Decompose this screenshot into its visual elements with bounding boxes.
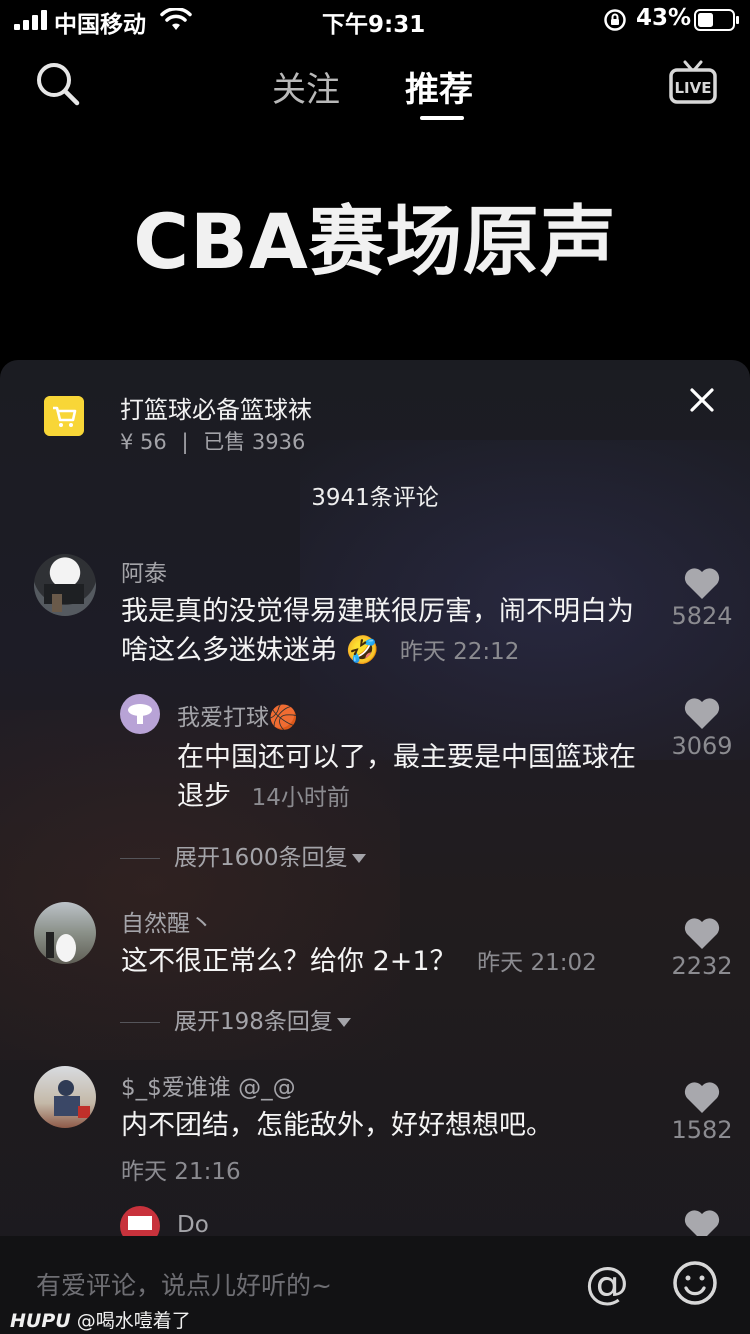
like-button[interactable]: 3069 xyxy=(662,696,742,760)
close-icon[interactable] xyxy=(688,386,716,414)
comment-item: $_$爱谁谁 @_@ 内不团结，怎能敌外，好好想想吧。 昨天 21:16 158… xyxy=(0,1062,750,1192)
active-tab-indicator xyxy=(420,116,464,120)
like-button[interactable]: 1582 xyxy=(662,1080,742,1144)
wifi-icon xyxy=(160,8,192,30)
at-label: @ xyxy=(585,1260,629,1306)
product-sold: 已售 3936 xyxy=(203,430,306,454)
live-label: LIVE xyxy=(675,79,712,97)
tab-recommend[interactable]: 推荐 xyxy=(405,62,473,111)
video-title: CBA赛场原声 xyxy=(133,197,617,286)
reply-username[interactable]: 我爱打球🏀 xyxy=(177,698,298,732)
expand-replies-button[interactable]: 展开1600条回复 xyxy=(120,838,366,872)
comment-username[interactable]: $_$爱谁谁 @_@ xyxy=(121,1068,296,1102)
like-count: 3069 xyxy=(671,732,733,760)
search-icon[interactable] xyxy=(34,60,82,108)
comment-count: 3941条评论 xyxy=(311,485,439,511)
product-separator: | xyxy=(181,430,189,454)
like-count: 2232 xyxy=(671,952,733,980)
watermark: HUPU @喝水噎着了 xyxy=(10,1306,191,1333)
comment-item: 自然醒丶 这不很正常么？给你 2+1？ 昨天 21:02 2232 xyxy=(0,898,750,1008)
watermark-text: @喝水噎着了 xyxy=(76,1310,191,1332)
signal-icon xyxy=(14,10,47,30)
avatar[interactable] xyxy=(120,694,160,734)
tab-follow[interactable]: 关注 xyxy=(272,62,340,111)
reply-item: 我爱打球🏀 在中国还可以了，最主要是中国篮球在退步 14小时前 3069 xyxy=(0,690,750,812)
heart-icon xyxy=(684,918,720,949)
at-mention-icon[interactable]: @ xyxy=(584,1260,630,1306)
expand-replies-label: 展开198条回复 xyxy=(174,1009,333,1035)
comment-item: 阿泰 我是真的没觉得易建联很厉害，闹不明白为啥这么多迷妹迷弟 🤣 昨天 22:1… xyxy=(0,550,750,680)
shopping-cart-icon xyxy=(44,396,84,436)
avatar[interactable] xyxy=(34,902,96,964)
live-tv-icon[interactable]: LIVE xyxy=(668,60,718,106)
expand-replies-button[interactable]: 展开198条回复 xyxy=(120,1002,351,1036)
reply-body: 在中国还可以了，最主要是中国篮球在退步 xyxy=(177,742,636,812)
battery-icon xyxy=(694,9,739,31)
comment-time: 昨天 21:02 xyxy=(477,950,597,976)
clock: 下午9:31 xyxy=(322,12,426,38)
laughing-emoji: 🤣 xyxy=(345,635,380,666)
comment-username[interactable]: 阿泰 xyxy=(121,554,167,588)
avatar[interactable] xyxy=(34,554,96,616)
comment-body: 内不团结，怎能敌外，好好想想吧。 xyxy=(121,1110,553,1141)
comment-username[interactable]: 自然醒丶 xyxy=(121,904,213,938)
reply-time: 14小时前 xyxy=(251,785,350,811)
divider xyxy=(120,1022,160,1023)
emoji-icon[interactable] xyxy=(672,1260,718,1306)
status-bar: 中国移动 下午9:31 43% xyxy=(0,0,750,40)
like-count: 1582 xyxy=(671,1116,733,1144)
like-count: 5824 xyxy=(671,602,733,630)
comment-text: 这不很正常么？给你 2+1？ 昨天 21:02 xyxy=(121,942,661,983)
like-button[interactable]: 5824 xyxy=(662,566,742,630)
product-meta: ¥ 56 | 已售 3936 xyxy=(120,426,313,456)
heart-icon xyxy=(684,1082,720,1113)
caret-down-icon xyxy=(336,1018,351,1027)
product-card[interactable]: 打篮球必备篮球袜 ¥ 56 | 已售 3936 xyxy=(44,396,644,486)
comment-time: 昨天 21:16 xyxy=(121,1159,241,1185)
comment-text: 内不团结，怎能敌外，好好想想吧。 xyxy=(121,1106,661,1145)
heart-icon xyxy=(684,568,720,599)
top-nav: 关注 推荐 LIVE xyxy=(0,50,750,130)
caret-down-icon xyxy=(351,854,366,863)
battery-percent: 43% xyxy=(636,5,692,31)
heart-icon xyxy=(684,698,720,729)
hupu-logo: HUPU xyxy=(10,1310,71,1332)
like-button[interactable]: 2232 xyxy=(662,916,742,980)
comment-text: 我是真的没觉得易建联很厉害，闹不明白为啥这么多迷妹迷弟 🤣 昨天 22:12 xyxy=(121,592,641,672)
rotation-lock-icon xyxy=(604,9,626,31)
expand-replies-label: 展开1600条回复 xyxy=(174,845,348,871)
reply-text: 在中国还可以了，最主要是中国篮球在退步 14小时前 xyxy=(177,738,637,818)
divider xyxy=(120,858,160,859)
comment-username[interactable]: Do xyxy=(177,1212,209,1238)
comment-time: 昨天 22:12 xyxy=(399,639,520,665)
comment-body: 这不很正常么？给你 2+1？ xyxy=(121,946,457,977)
comment-panel: 打篮球必备篮球袜 ¥ 56 | 已售 3936 3941条评论 阿泰 我是真的没… xyxy=(0,360,750,1334)
product-name: 打篮球必备篮球袜 xyxy=(120,396,312,424)
comment-input[interactable]: 有爱评论，说点儿好听的~ xyxy=(36,1266,332,1302)
carrier-label: 中国移动 xyxy=(54,12,146,38)
avatar[interactable] xyxy=(34,1066,96,1128)
product-price: ¥ 56 xyxy=(120,430,167,454)
